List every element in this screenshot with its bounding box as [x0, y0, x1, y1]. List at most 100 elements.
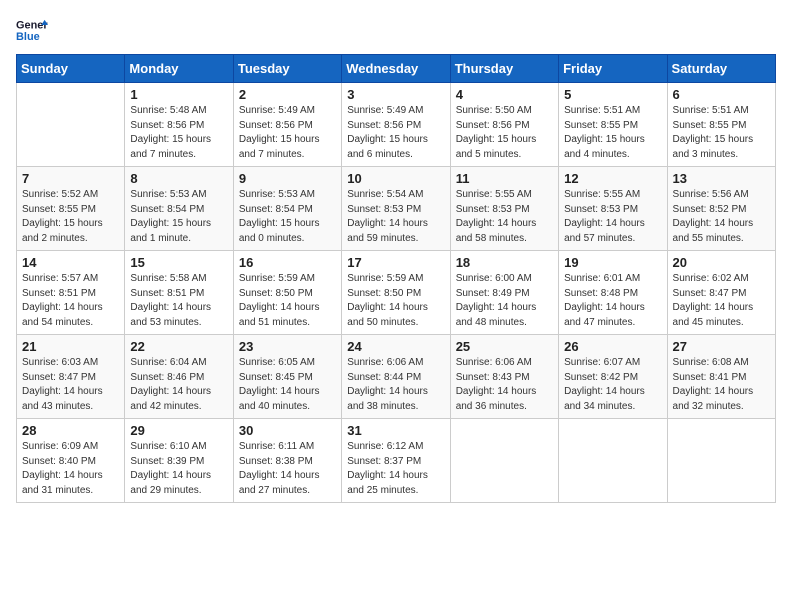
daylight-text: Daylight: 14 hours and 32 minutes.	[673, 385, 770, 414]
daylight-text: Daylight: 14 hours and 25 minutes.	[347, 469, 444, 498]
cell-content: Sunrise: 6:07 AMSunset: 8:42 PMDaylight:…	[564, 356, 661, 414]
cell-content: Sunrise: 5:49 AMSunset: 8:56 PMDaylight:…	[347, 104, 444, 162]
daylight-text: Daylight: 14 hours and 43 minutes.	[22, 385, 119, 414]
sunrise-text: Sunrise: 6:06 AM	[456, 356, 553, 371]
sunrise-text: Sunrise: 5:54 AM	[347, 188, 444, 203]
day-number: 17	[347, 255, 444, 270]
calendar-cell: 18Sunrise: 6:00 AMSunset: 8:49 PMDayligh…	[450, 251, 558, 335]
day-number: 12	[564, 171, 661, 186]
sunrise-text: Sunrise: 5:51 AM	[564, 104, 661, 119]
cell-content: Sunrise: 5:54 AMSunset: 8:53 PMDaylight:…	[347, 188, 444, 246]
sunset-text: Sunset: 8:47 PM	[22, 371, 119, 386]
calendar-cell: 2Sunrise: 5:49 AMSunset: 8:56 PMDaylight…	[233, 83, 341, 167]
day-number: 9	[239, 171, 336, 186]
sunrise-text: Sunrise: 6:12 AM	[347, 440, 444, 455]
cell-content: Sunrise: 5:53 AMSunset: 8:54 PMDaylight:…	[239, 188, 336, 246]
sunset-text: Sunset: 8:56 PM	[347, 119, 444, 134]
cell-content: Sunrise: 6:09 AMSunset: 8:40 PMDaylight:…	[22, 440, 119, 498]
cell-content: Sunrise: 6:02 AMSunset: 8:47 PMDaylight:…	[673, 272, 770, 330]
sunset-text: Sunset: 8:50 PM	[239, 287, 336, 302]
day-number: 8	[130, 171, 227, 186]
day-number: 30	[239, 423, 336, 438]
calendar-cell: 21 Sunrise: 6:03 AMSunset: 8:47 PMDayligh…	[17, 335, 125, 419]
daylight-text: Daylight: 14 hours and 40 minutes.	[239, 385, 336, 414]
sunset-text: Sunset: 8:53 PM	[347, 203, 444, 218]
sunset-text: Sunset: 8:56 PM	[456, 119, 553, 134]
daylight-text: Daylight: 14 hours and 38 minutes.	[347, 385, 444, 414]
day-number: 28	[22, 423, 119, 438]
calendar-cell	[559, 419, 667, 503]
sunrise-text: Sunrise: 6:08 AM	[673, 356, 770, 371]
cell-content: Sunrise: 6:06 AMSunset: 8:44 PMDaylight:…	[347, 356, 444, 414]
daylight-text: Daylight: 15 hours and 7 minutes.	[130, 133, 227, 162]
cell-content: Sunrise: 5:49 AMSunset: 8:56 PMDaylight:…	[239, 104, 336, 162]
sunrise-text: Sunrise: 5:53 AM	[239, 188, 336, 203]
day-number: 31	[347, 423, 444, 438]
sunrise-text: Sunrise: 5:59 AM	[239, 272, 336, 287]
sunset-text: Sunset: 8:41 PM	[673, 371, 770, 386]
sunset-text: Sunset: 8:48 PM	[564, 287, 661, 302]
calendar-cell	[17, 83, 125, 167]
sunrise-text: Sunrise: 6:09 AM	[22, 440, 119, 455]
daylight-text: Daylight: 14 hours and 29 minutes.	[130, 469, 227, 498]
daylight-text: Daylight: 14 hours and 50 minutes.	[347, 301, 444, 330]
sunrise-text: Sunrise: 5:51 AM	[673, 104, 770, 119]
logo: General Blue	[16, 16, 48, 44]
day-number: 7	[22, 171, 119, 186]
sunset-text: Sunset: 8:55 PM	[22, 203, 119, 218]
sunset-text: Sunset: 8:44 PM	[347, 371, 444, 386]
sunset-text: Sunset: 8:56 PM	[239, 119, 336, 134]
day-number: 25	[456, 339, 553, 354]
daylight-text: Daylight: 14 hours and 31 minutes.	[22, 469, 119, 498]
sunset-text: Sunset: 8:51 PM	[130, 287, 227, 302]
calendar-cell: 31 Sunrise: 6:12 AMSunset: 8:37 PMDayligh…	[342, 419, 450, 503]
day-number: 18	[456, 255, 553, 270]
cell-content: Sunrise: 5:51 AMSunset: 8:55 PMDaylight:…	[564, 104, 661, 162]
sunset-text: Sunset: 8:53 PM	[456, 203, 553, 218]
sunrise-text: Sunrise: 5:49 AM	[347, 104, 444, 119]
daylight-text: Daylight: 14 hours and 34 minutes.	[564, 385, 661, 414]
calendar-cell: 4Sunrise: 5:50 AMSunset: 8:56 PMDaylight…	[450, 83, 558, 167]
sunset-text: Sunset: 8:37 PM	[347, 455, 444, 470]
cell-content: Sunrise: 6:11 AMSunset: 8:38 PMDaylight:…	[239, 440, 336, 498]
sunset-text: Sunset: 8:47 PM	[673, 287, 770, 302]
sunrise-text: Sunrise: 5:52 AM	[22, 188, 119, 203]
calendar-cell: 27Sunrise: 6:08 AMSunset: 8:41 PMDayligh…	[667, 335, 775, 419]
sunrise-text: Sunrise: 5:55 AM	[456, 188, 553, 203]
daylight-text: Daylight: 15 hours and 5 minutes.	[456, 133, 553, 162]
cell-content: Sunrise: 6:12 AMSunset: 8:37 PMDaylight:…	[347, 440, 444, 498]
sunset-text: Sunset: 8:54 PM	[239, 203, 336, 218]
daylight-text: Daylight: 15 hours and 0 minutes.	[239, 217, 336, 246]
daylight-text: Daylight: 14 hours and 55 minutes.	[673, 217, 770, 246]
day-number: 14	[22, 255, 119, 270]
calendar-cell: 15Sunrise: 5:58 AMSunset: 8:51 PMDayligh…	[125, 251, 233, 335]
calendar-cell: 10 Sunrise: 5:54 AMSunset: 8:53 PMDayligh…	[342, 167, 450, 251]
cell-content: Sunrise: 6:06 AMSunset: 8:43 PMDaylight:…	[456, 356, 553, 414]
sunrise-text: Sunrise: 5:57 AM	[22, 272, 119, 287]
calendar-cell: 14 Sunrise: 5:57 AMSunset: 8:51 PMDayligh…	[17, 251, 125, 335]
daylight-text: Daylight: 14 hours and 54 minutes.	[22, 301, 119, 330]
cell-content: Sunrise: 6:03 AMSunset: 8:47 PMDaylight:…	[22, 356, 119, 414]
svg-text:Blue: Blue	[16, 31, 40, 43]
cell-content: Sunrise: 5:53 AMSunset: 8:54 PMDaylight:…	[130, 188, 227, 246]
day-number: 26	[564, 339, 661, 354]
cell-content: Sunrise: 5:57 AMSunset: 8:51 PMDaylight:…	[22, 272, 119, 330]
day-number: 10	[347, 171, 444, 186]
sunrise-text: Sunrise: 6:00 AM	[456, 272, 553, 287]
day-number: 22	[130, 339, 227, 354]
cell-content: Sunrise: 6:04 AMSunset: 8:46 PMDaylight:…	[130, 356, 227, 414]
calendar-cell: 16Sunrise: 5:59 AMSunset: 8:50 PMDayligh…	[233, 251, 341, 335]
cell-content: Sunrise: 5:52 AMSunset: 8:55 PMDaylight:…	[22, 188, 119, 246]
daylight-text: Daylight: 14 hours and 53 minutes.	[130, 301, 227, 330]
sunrise-text: Sunrise: 6:11 AM	[239, 440, 336, 455]
cell-content: Sunrise: 5:59 AMSunset: 8:50 PMDaylight:…	[239, 272, 336, 330]
daylight-text: Daylight: 14 hours and 51 minutes.	[239, 301, 336, 330]
calendar-cell: 19Sunrise: 6:01 AMSunset: 8:48 PMDayligh…	[559, 251, 667, 335]
daylight-text: Daylight: 15 hours and 2 minutes.	[22, 217, 119, 246]
calendar-cell: 17Sunrise: 5:59 AMSunset: 8:50 PMDayligh…	[342, 251, 450, 335]
sunrise-text: Sunrise: 5:53 AM	[130, 188, 227, 203]
day-number: 21	[22, 339, 119, 354]
cell-content: Sunrise: 5:51 AMSunset: 8:55 PMDaylight:…	[673, 104, 770, 162]
daylight-text: Daylight: 14 hours and 57 minutes.	[564, 217, 661, 246]
day-number: 1	[130, 87, 227, 102]
